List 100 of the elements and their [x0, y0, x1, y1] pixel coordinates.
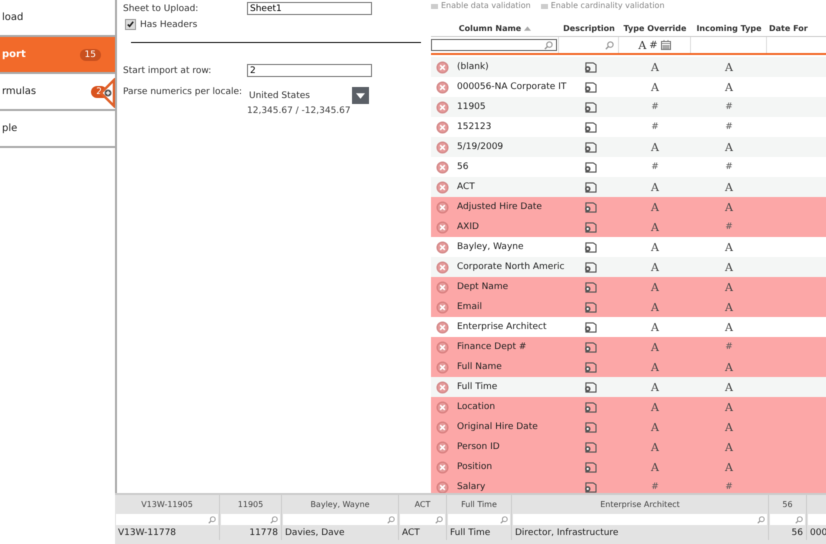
type-override-toggle[interactable]: A — [651, 300, 659, 314]
remove-icon[interactable] — [436, 180, 449, 194]
remove-icon[interactable] — [436, 220, 449, 234]
checkbox[interactable] — [125, 19, 136, 30]
table-row[interactable]: 5/19/2009 A A — [431, 137, 826, 157]
description-icon[interactable] — [583, 142, 598, 152]
remove-icon[interactable] — [436, 120, 449, 134]
type-override-toggle[interactable]: A — [651, 140, 659, 154]
start-row-input[interactable]: 2 — [247, 64, 372, 77]
description-icon[interactable] — [583, 302, 598, 312]
type-override-toggle[interactable]: A — [651, 280, 659, 294]
search-icon[interactable] — [795, 516, 803, 524]
type-filter-toggle[interactable]: A — [638, 38, 646, 52]
remove-icon[interactable] — [436, 260, 449, 274]
search-icon[interactable] — [757, 516, 765, 524]
table-row[interactable]: Full Time A A — [431, 377, 826, 397]
table-row[interactable]: Original Hire Date A A — [431, 417, 826, 437]
type-override-toggle[interactable]: # — [651, 102, 659, 112]
description-icon[interactable] — [583, 62, 598, 72]
filter-input[interactable] — [448, 514, 510, 525]
table-row[interactable]: Person ID A A — [431, 437, 826, 457]
type-filter-toggle[interactable]: # — [649, 40, 658, 50]
filter-input[interactable] — [513, 514, 767, 525]
description-icon[interactable] — [583, 342, 598, 352]
remove-icon[interactable] — [436, 140, 449, 154]
type-override-toggle[interactable]: A — [651, 180, 659, 194]
type-override-toggle[interactable]: A — [651, 440, 659, 454]
sheet-input[interactable]: Sheet1 — [247, 2, 372, 15]
description-icon[interactable] — [583, 362, 598, 372]
search-icon[interactable] — [208, 516, 216, 524]
search-icon[interactable] — [435, 516, 443, 524]
description-icon[interactable] — [583, 242, 598, 252]
type-override-toggle[interactable]: # — [651, 162, 659, 172]
remove-icon[interactable] — [436, 460, 449, 474]
locale-dropdown[interactable]: United States — [249, 87, 369, 104]
checkbox[interactable] — [431, 4, 438, 8]
description-icon[interactable] — [583, 102, 598, 112]
table-row[interactable]: (blank) A A — [431, 57, 826, 77]
column-header[interactable]: Type Override — [619, 21, 691, 36]
remove-icon[interactable] — [436, 400, 449, 414]
type-override-toggle[interactable]: A — [651, 420, 659, 434]
remove-icon[interactable] — [436, 420, 449, 434]
remove-icon[interactable] — [436, 240, 449, 254]
description-icon[interactable] — [583, 202, 598, 212]
remove-icon[interactable] — [436, 280, 449, 294]
filter-input[interactable] — [770, 514, 805, 525]
description-icon[interactable] — [583, 262, 598, 272]
checkbox[interactable] — [540, 4, 548, 8]
column-header[interactable]: Date For — [767, 21, 826, 36]
table-row[interactable]: Position A A — [431, 457, 826, 477]
description-icon[interactable] — [583, 482, 598, 492]
filter-input[interactable] — [116, 514, 218, 525]
sidebar-item[interactable]: rmulas 2 — [0, 74, 115, 111]
type-override-toggle[interactable]: A — [651, 380, 659, 394]
description-icon[interactable] — [583, 382, 598, 392]
type-override-toggle[interactable]: A — [651, 260, 659, 274]
table-row[interactable]: Adjusted Hire Date A A — [431, 197, 826, 217]
filter-input[interactable] — [283, 514, 397, 525]
description-icon[interactable] — [583, 122, 598, 132]
remove-icon[interactable] — [436, 380, 449, 394]
table-row[interactable]: Dept Name A A — [431, 277, 826, 297]
sidebar-item[interactable]: port 15 — [0, 37, 115, 74]
type-override-toggle[interactable]: A — [651, 400, 659, 414]
table-row[interactable]: Full Name A A — [431, 357, 826, 377]
description-icon[interactable] — [583, 222, 598, 232]
remove-icon[interactable] — [436, 340, 449, 354]
table-row[interactable]: Salary # # — [431, 477, 826, 493]
table-row[interactable]: Finance Dept # A # — [431, 337, 826, 357]
table-row[interactable]: AXID A # — [431, 217, 826, 237]
remove-icon[interactable] — [436, 200, 449, 214]
description-icon[interactable] — [583, 442, 598, 452]
search-icon[interactable] — [270, 516, 278, 524]
table-row[interactable]: Corporate North Americ A A — [431, 257, 826, 277]
search-icon[interactable] — [500, 516, 508, 524]
type-override-toggle[interactable]: A — [651, 360, 659, 374]
table-row[interactable]: 11905 # # — [431, 97, 826, 117]
description-icon[interactable] — [583, 82, 598, 92]
description-icon[interactable] — [583, 462, 598, 472]
column-header[interactable]: Description — [559, 21, 619, 36]
search-icon[interactable] — [387, 516, 395, 524]
expand-tab-icon[interactable] — [99, 78, 115, 108]
type-override-toggle[interactable]: # — [651, 122, 659, 132]
description-icon[interactable] — [583, 162, 598, 172]
filter-input[interactable] — [431, 39, 557, 51]
remove-icon[interactable] — [436, 320, 449, 334]
remove-icon[interactable] — [436, 160, 449, 174]
column-header[interactable]: Incoming Type — [691, 21, 767, 36]
type-override-toggle[interactable]: A — [651, 320, 659, 334]
type-override-toggle[interactable]: A — [651, 80, 659, 94]
type-override-toggle[interactable]: A — [651, 220, 659, 234]
remove-icon[interactable] — [436, 60, 449, 74]
remove-icon[interactable] — [436, 360, 449, 374]
type-override-toggle[interactable]: A — [651, 460, 659, 474]
sidebar-item[interactable]: ple — [0, 111, 115, 148]
table-row[interactable]: ACT A A — [431, 177, 826, 197]
filter-input[interactable] — [221, 514, 280, 525]
type-override-toggle[interactable]: # — [651, 482, 659, 492]
column-header[interactable]: Column Name — [458, 24, 522, 33]
filter-input[interactable] — [400, 514, 445, 525]
type-override-toggle[interactable]: A — [651, 60, 659, 74]
